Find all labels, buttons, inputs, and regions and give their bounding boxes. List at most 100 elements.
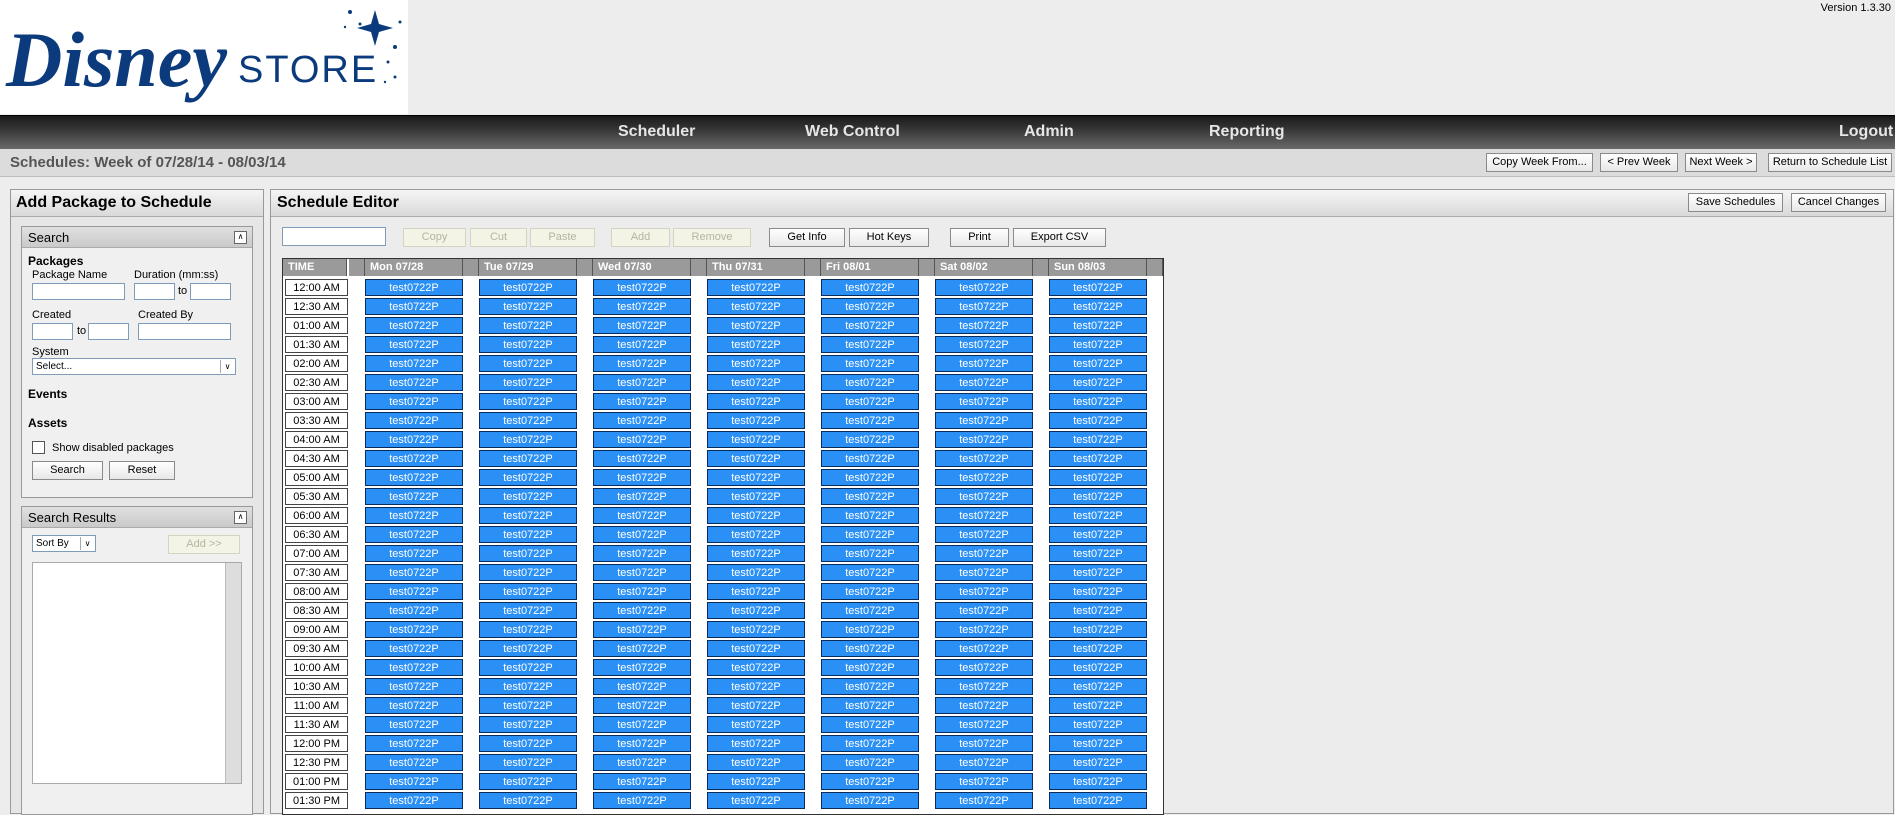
schedule-cell[interactable]: test0722P [935, 678, 1033, 695]
schedule-cell[interactable]: test0722P [1049, 355, 1147, 372]
schedule-cell[interactable]: test0722P [935, 450, 1033, 467]
schedule-cell[interactable]: test0722P [707, 716, 805, 733]
copy-button[interactable]: Copy [403, 228, 466, 247]
schedule-filter-input[interactable] [282, 227, 386, 246]
schedule-cell[interactable]: test0722P [935, 735, 1033, 752]
schedule-cell[interactable]: test0722P [1049, 412, 1147, 429]
schedule-cell[interactable]: test0722P [935, 545, 1033, 562]
schedule-cell[interactable]: test0722P [707, 621, 805, 638]
schedule-cell[interactable]: test0722P [821, 678, 919, 695]
schedule-cell[interactable]: test0722P [479, 450, 577, 467]
schedule-cell[interactable]: test0722P [821, 507, 919, 524]
schedule-cell[interactable]: test0722P [707, 735, 805, 752]
schedule-cell[interactable]: test0722P [479, 469, 577, 486]
schedule-cell[interactable]: test0722P [935, 640, 1033, 657]
schedule-cell[interactable]: test0722P [821, 773, 919, 790]
schedule-cell[interactable]: test0722P [821, 412, 919, 429]
schedule-cell[interactable]: test0722P [935, 602, 1033, 619]
logout-link[interactable]: Logout [1839, 123, 1893, 141]
schedule-cell[interactable]: test0722P [707, 450, 805, 467]
schedule-cell[interactable]: test0722P [707, 602, 805, 619]
schedule-cell[interactable]: test0722P [1049, 507, 1147, 524]
schedule-cell[interactable]: test0722P [365, 716, 463, 733]
schedule-cell[interactable]: test0722P [365, 488, 463, 505]
schedule-cell[interactable]: test0722P [821, 792, 919, 809]
schedule-cell[interactable]: test0722P [707, 526, 805, 543]
schedule-cell[interactable]: test0722P [1049, 469, 1147, 486]
schedule-cell[interactable]: test0722P [365, 374, 463, 391]
schedule-cell[interactable]: test0722P [1049, 526, 1147, 543]
schedule-cell[interactable]: test0722P [365, 697, 463, 714]
created-by-input[interactable] [138, 323, 231, 340]
schedule-cell[interactable]: test0722P [365, 602, 463, 619]
schedule-cell[interactable]: test0722P [1049, 431, 1147, 448]
schedule-cell[interactable]: test0722P [593, 507, 691, 524]
schedule-cell[interactable]: test0722P [707, 469, 805, 486]
schedule-cell[interactable]: test0722P [821, 279, 919, 296]
schedule-cell[interactable]: test0722P [593, 678, 691, 695]
sort-by-select[interactable]: Sort By ∨ [32, 535, 96, 552]
schedule-cell[interactable]: test0722P [593, 640, 691, 657]
schedule-cell[interactable]: test0722P [1049, 659, 1147, 676]
collapse-icon[interactable]: ∧ [234, 231, 247, 244]
schedule-cell[interactable]: test0722P [1049, 564, 1147, 581]
schedule-cell[interactable]: test0722P [1049, 545, 1147, 562]
schedule-cell[interactable]: test0722P [935, 412, 1033, 429]
schedule-cell[interactable]: test0722P [821, 488, 919, 505]
schedule-cell[interactable]: test0722P [707, 697, 805, 714]
schedule-cell[interactable]: test0722P [821, 583, 919, 600]
nav-admin[interactable]: Admin [1024, 123, 1074, 141]
schedule-cell[interactable]: test0722P [707, 412, 805, 429]
day-column-header[interactable]: Sun 08/03 [1049, 259, 1147, 276]
schedule-cell[interactable]: test0722P [593, 583, 691, 600]
schedule-cell[interactable]: test0722P [821, 564, 919, 581]
schedule-cell[interactable]: test0722P [593, 754, 691, 771]
schedule-cell[interactable]: test0722P [1049, 754, 1147, 771]
schedule-cell[interactable]: test0722P [593, 355, 691, 372]
save-schedules-button[interactable]: Save Schedules [1688, 193, 1783, 212]
schedule-cell[interactable]: test0722P [707, 640, 805, 657]
schedule-cell[interactable]: test0722P [1049, 716, 1147, 733]
schedule-cell[interactable]: test0722P [365, 507, 463, 524]
schedule-cell[interactable]: test0722P [479, 716, 577, 733]
nav-reporting[interactable]: Reporting [1209, 123, 1285, 141]
get-info-button[interactable]: Get Info [769, 228, 845, 247]
add-button[interactable]: Add [611, 228, 670, 247]
schedule-cell[interactable]: test0722P [935, 279, 1033, 296]
schedule-cell[interactable]: test0722P [935, 792, 1033, 809]
schedule-cell[interactable]: test0722P [1049, 317, 1147, 334]
schedule-cell[interactable]: test0722P [821, 336, 919, 353]
schedule-cell[interactable]: test0722P [479, 317, 577, 334]
collapse-icon[interactable]: ∧ [234, 511, 247, 524]
results-scrollbar[interactable] [225, 563, 241, 783]
schedule-cell[interactable]: test0722P [821, 697, 919, 714]
schedule-cell[interactable]: test0722P [1049, 602, 1147, 619]
schedule-cell[interactable]: test0722P [593, 716, 691, 733]
schedule-cell[interactable]: test0722P [479, 792, 577, 809]
schedule-cell[interactable]: test0722P [593, 545, 691, 562]
schedule-cell[interactable]: test0722P [479, 431, 577, 448]
schedule-cell[interactable]: test0722P [821, 431, 919, 448]
schedule-cell[interactable]: test0722P [1049, 336, 1147, 353]
schedule-cell[interactable]: test0722P [707, 431, 805, 448]
schedule-cell[interactable]: test0722P [935, 355, 1033, 372]
schedule-cell[interactable]: test0722P [365, 431, 463, 448]
schedule-cell[interactable]: test0722P [479, 393, 577, 410]
day-column-header[interactable]: Thu 07/31 [707, 259, 805, 276]
created-to-input[interactable] [88, 323, 129, 340]
schedule-cell[interactable]: test0722P [1049, 374, 1147, 391]
schedule-cell[interactable]: test0722P [365, 526, 463, 543]
schedule-cell[interactable]: test0722P [821, 735, 919, 752]
next-week-button[interactable]: Next Week > [1685, 153, 1757, 172]
schedule-cell[interactable]: test0722P [935, 393, 1033, 410]
nav-web-control[interactable]: Web Control [805, 123, 900, 141]
schedule-cell[interactable]: test0722P [365, 317, 463, 334]
schedule-cell[interactable]: test0722P [935, 697, 1033, 714]
schedule-cell[interactable]: test0722P [707, 488, 805, 505]
schedule-cell[interactable]: test0722P [479, 488, 577, 505]
schedule-cell[interactable]: test0722P [365, 412, 463, 429]
schedule-cell[interactable]: test0722P [593, 469, 691, 486]
schedule-cell[interactable]: test0722P [821, 393, 919, 410]
schedule-cell[interactable]: test0722P [821, 317, 919, 334]
schedule-cell[interactable]: test0722P [935, 754, 1033, 771]
